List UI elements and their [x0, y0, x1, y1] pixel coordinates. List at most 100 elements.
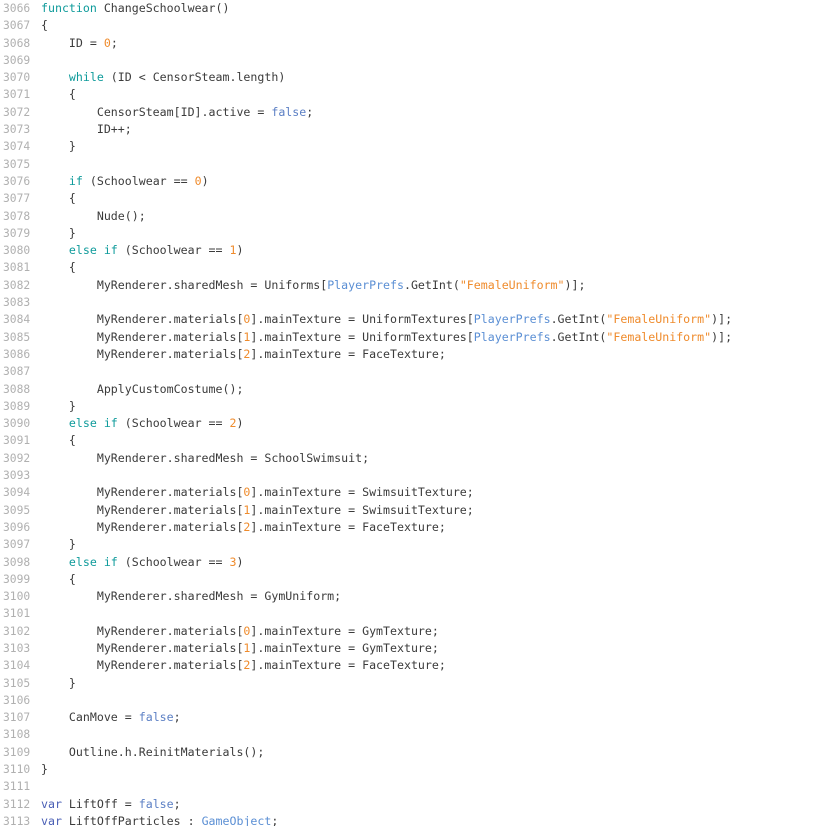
- code-line[interactable]: 3112var LiftOff = false;: [0, 796, 835, 813]
- token-bool: false: [139, 710, 174, 724]
- code-line[interactable]: 3082 MyRenderer.sharedMesh = Uniforms[Pl…: [0, 277, 835, 294]
- token-kw: else if: [69, 243, 118, 257]
- code-line-source: {: [41, 571, 76, 588]
- code-line-source: MyRenderer.sharedMesh = Uniforms[PlayerP…: [41, 277, 585, 294]
- code-line[interactable]: 3078 Nude();: [0, 208, 835, 225]
- code-line[interactable]: 3085 MyRenderer.materials[1].mainTexture…: [0, 329, 835, 346]
- code-line[interactable]: 3084 MyRenderer.materials[0].mainTexture…: [0, 311, 835, 328]
- code-line[interactable]: 3097 }: [0, 536, 835, 553]
- code-line[interactable]: 3069: [0, 52, 835, 69]
- code-line[interactable]: 3066function ChangeSchoolwear(): [0, 0, 835, 17]
- code-line[interactable]: 3074 }: [0, 138, 835, 155]
- code-line[interactable]: 3100 MyRenderer.sharedMesh = GymUniform;: [0, 588, 835, 605]
- token-plain: [41, 416, 69, 430]
- code-line[interactable]: 3108: [0, 726, 835, 743]
- code-line[interactable]: 3087: [0, 363, 835, 380]
- code-line[interactable]: 3104 MyRenderer.materials[2].mainTexture…: [0, 657, 835, 674]
- line-number: 3108: [0, 726, 41, 743]
- code-line[interactable]: 3092 MyRenderer.sharedMesh = SchoolSwims…: [0, 450, 835, 467]
- code-line-source: Outline.h.ReinitMaterials();: [41, 744, 264, 761]
- code-line-source: ID++;: [41, 121, 132, 138]
- code-line[interactable]: 3098 else if (Schoolwear == 3): [0, 554, 835, 571]
- token-cls: PlayerPrefs: [474, 330, 551, 344]
- token-bool: false: [139, 797, 174, 811]
- code-line[interactable]: 3109 Outline.h.ReinitMaterials();: [0, 744, 835, 761]
- token-plain: }: [41, 762, 48, 776]
- code-line-source: function ChangeSchoolwear(): [41, 0, 229, 17]
- code-line-source: MyRenderer.materials[0].mainTexture = Gy…: [41, 623, 439, 640]
- code-line[interactable]: 3096 MyRenderer.materials[2].mainTexture…: [0, 519, 835, 536]
- token-plain: (ID < CensorSteam.length): [104, 70, 285, 84]
- code-line[interactable]: 3094 MyRenderer.materials[0].mainTexture…: [0, 484, 835, 501]
- token-plain: ;: [174, 710, 181, 724]
- token-plain: .GetInt(: [551, 330, 607, 344]
- code-line[interactable]: 3105 }: [0, 675, 835, 692]
- token-plain: MyRenderer.materials[: [41, 641, 243, 655]
- code-line[interactable]: 3072 CensorSteam[ID].active = false;: [0, 104, 835, 121]
- line-number: 3086: [0, 346, 41, 363]
- line-number: 3081: [0, 259, 41, 276]
- code-line-source: Nude();: [41, 208, 146, 225]
- code-line-source: else if (Schoolwear == 2): [41, 415, 243, 432]
- line-number: 3106: [0, 692, 41, 709]
- token-plain: Nude();: [41, 209, 146, 223]
- code-line-source: MyRenderer.materials[2].mainTexture = Fa…: [41, 657, 446, 674]
- line-number: 3102: [0, 623, 41, 640]
- code-line[interactable]: 3107 CanMove = false;: [0, 709, 835, 726]
- code-viewer[interactable]: 3066function ChangeSchoolwear()3067{3068…: [0, 0, 835, 826]
- line-number: 3099: [0, 571, 41, 588]
- code-line[interactable]: 3113var LiftOffParticles : GameObject;: [0, 813, 835, 826]
- code-line[interactable]: 3091 {: [0, 432, 835, 449]
- token-plain: (Schoolwear ==: [118, 243, 230, 257]
- token-plain: {: [41, 260, 76, 274]
- code-line[interactable]: 3103 MyRenderer.materials[1].mainTexture…: [0, 640, 835, 657]
- code-line[interactable]: 3099 {: [0, 571, 835, 588]
- token-plain: {: [41, 191, 76, 205]
- token-plain: MyRenderer.materials[: [41, 658, 243, 672]
- line-number: 3068: [0, 35, 41, 52]
- code-line[interactable]: 3086 MyRenderer.materials[2].mainTexture…: [0, 346, 835, 363]
- code-line[interactable]: 3106: [0, 692, 835, 709]
- line-number: 3091: [0, 432, 41, 449]
- code-line[interactable]: 3110}: [0, 761, 835, 778]
- code-line[interactable]: 3093: [0, 467, 835, 484]
- code-line[interactable]: 3068 ID = 0;: [0, 35, 835, 52]
- token-plain: ].mainTexture = SwimsuitTexture;: [250, 485, 473, 499]
- code-line[interactable]: 3111: [0, 778, 835, 795]
- code-line[interactable]: 3071 {: [0, 86, 835, 103]
- code-line[interactable]: 3075: [0, 156, 835, 173]
- code-line[interactable]: 3081 {: [0, 259, 835, 276]
- code-line[interactable]: 3076 if (Schoolwear == 0): [0, 173, 835, 190]
- line-number: 3080: [0, 242, 41, 259]
- code-line[interactable]: 3088 ApplyCustomCostume();: [0, 381, 835, 398]
- code-line[interactable]: 3089 }: [0, 398, 835, 415]
- code-line-source: MyRenderer.materials[0].mainTexture = Sw…: [41, 484, 474, 501]
- token-plain: }: [41, 139, 76, 153]
- token-plain: MyRenderer.materials[: [41, 624, 243, 638]
- code-line[interactable]: 3080 else if (Schoolwear == 1): [0, 242, 835, 259]
- code-line[interactable]: 3095 MyRenderer.materials[1].mainTexture…: [0, 502, 835, 519]
- code-line[interactable]: 3101: [0, 605, 835, 622]
- code-line[interactable]: 3090 else if (Schoolwear == 2): [0, 415, 835, 432]
- code-line[interactable]: 3073 ID++;: [0, 121, 835, 138]
- code-line[interactable]: 3070 while (ID < CensorSteam.length): [0, 69, 835, 86]
- code-line-source: MyRenderer.materials[1].mainTexture = Sw…: [41, 502, 474, 519]
- code-line[interactable]: 3102 MyRenderer.materials[0].mainTexture…: [0, 623, 835, 640]
- code-line-source: ID = 0;: [41, 35, 118, 52]
- code-line[interactable]: 3083: [0, 294, 835, 311]
- line-number: 3084: [0, 311, 41, 328]
- code-line[interactable]: 3079 }: [0, 225, 835, 242]
- line-number: 3094: [0, 484, 41, 501]
- line-number: 3082: [0, 277, 41, 294]
- line-number: 3089: [0, 398, 41, 415]
- token-plain: ].mainTexture = FaceTexture;: [250, 658, 445, 672]
- line-number: 3095: [0, 502, 41, 519]
- token-plain: LiftOffParticles :: [62, 814, 202, 826]
- code-line[interactable]: 3077 {: [0, 190, 835, 207]
- line-number: 3088: [0, 381, 41, 398]
- code-line-source: }: [41, 398, 76, 415]
- line-number: 3066: [0, 0, 41, 17]
- code-line-list: 3066function ChangeSchoolwear()3067{3068…: [0, 0, 835, 826]
- code-line-source: else if (Schoolwear == 3): [41, 554, 243, 571]
- code-line[interactable]: 3067{: [0, 17, 835, 34]
